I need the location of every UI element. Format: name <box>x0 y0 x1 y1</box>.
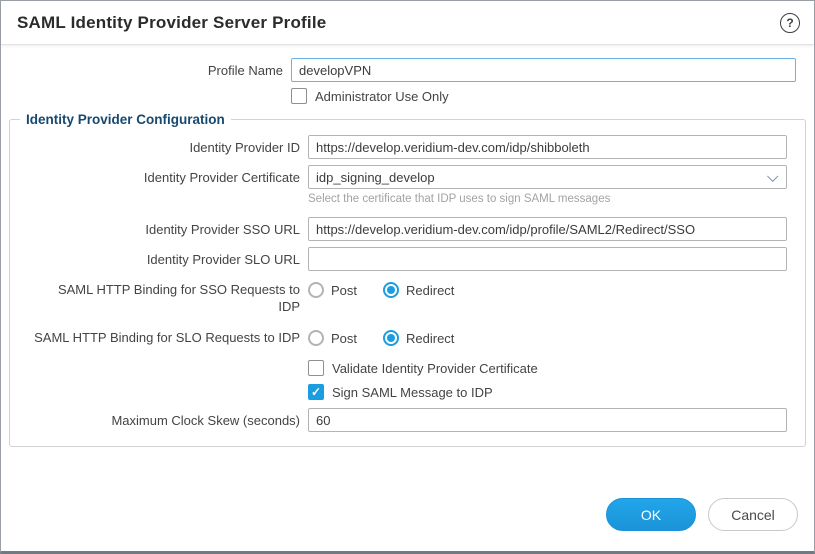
idp-certificate-row: Identity Provider Certificate idp_signin… <box>10 165 805 189</box>
slo-binding-redirect-label: Redirect <box>406 331 454 346</box>
admin-use-only-checkbox[interactable] <box>291 88 307 104</box>
slo-binding-row: SAML HTTP Binding for SLO Requests to ID… <box>10 329 805 346</box>
sign-saml-label: Sign SAML Message to IDP <box>332 385 493 400</box>
sign-saml-row: Sign SAML Message to IDP <box>10 384 805 400</box>
sso-url-row: Identity Provider SSO URL <box>10 217 805 241</box>
idp-id-input[interactable] <box>308 135 787 159</box>
slo-url-row: Identity Provider SLO URL <box>10 247 805 271</box>
chevron-down-icon <box>767 171 778 182</box>
sso-binding-label: SAML HTTP Binding for SSO Requests to ID… <box>56 281 308 315</box>
slo-binding-redirect-radio[interactable] <box>383 330 399 346</box>
sso-binding-post-radio[interactable] <box>308 282 324 298</box>
slo-binding-label: SAML HTTP Binding for SLO Requests to ID… <box>10 329 308 346</box>
dialog-body: Profile Name Administrator Use Only Iden… <box>1 45 814 498</box>
cancel-button[interactable]: Cancel <box>708 498 798 531</box>
clock-skew-row: Maximum Clock Skew (seconds) <box>10 408 805 432</box>
ok-button[interactable]: OK <box>606 498 696 531</box>
sso-binding-post-label: Post <box>331 283 357 298</box>
clock-skew-label: Maximum Clock Skew (seconds) <box>10 412 308 429</box>
admin-use-only-label: Administrator Use Only <box>315 89 449 104</box>
idp-certificate-value: idp_signing_develop <box>316 170 435 185</box>
dialog-footer: OK Cancel <box>1 498 814 551</box>
idp-id-label: Identity Provider ID <box>10 139 308 156</box>
saml-idp-dialog: SAML Identity Provider Server Profile ? … <box>0 0 815 554</box>
sso-binding-redirect-radio[interactable] <box>383 282 399 298</box>
idp-certificate-select[interactable]: idp_signing_develop <box>308 165 787 189</box>
sso-binding-radio-group: Post Redirect <box>308 281 787 298</box>
admin-use-only-row: Administrator Use Only <box>1 88 814 104</box>
sso-binding-row: SAML HTTP Binding for SSO Requests to ID… <box>10 281 805 315</box>
profile-name-row: Profile Name <box>1 58 814 82</box>
idp-certificate-help-text: Select the certificate that IDP uses to … <box>308 193 787 205</box>
idp-certificate-label: Identity Provider Certificate <box>10 169 308 186</box>
profile-name-input[interactable] <box>291 58 796 82</box>
slo-binding-post-label: Post <box>331 331 357 346</box>
idp-configuration-section: Identity Provider Configuration Identity… <box>9 112 806 447</box>
idp-configuration-legend: Identity Provider Configuration <box>20 112 231 127</box>
sso-url-label: Identity Provider SSO URL <box>10 221 308 238</box>
dialog-title: SAML Identity Provider Server Profile <box>17 13 326 33</box>
slo-url-label: Identity Provider SLO URL <box>10 251 308 268</box>
validate-cert-row: Validate Identity Provider Certificate <box>10 360 805 376</box>
sign-saml-checkbox[interactable] <box>308 384 324 400</box>
profile-name-label: Profile Name <box>1 63 291 78</box>
sso-binding-redirect-label: Redirect <box>406 283 454 298</box>
dialog-header: SAML Identity Provider Server Profile ? <box>1 1 814 45</box>
help-icon[interactable]: ? <box>780 13 800 33</box>
validate-cert-label: Validate Identity Provider Certificate <box>332 361 538 376</box>
slo-binding-radio-group: Post Redirect <box>308 329 787 346</box>
validate-cert-checkbox[interactable] <box>308 360 324 376</box>
sso-url-input[interactable] <box>308 217 787 241</box>
slo-binding-post-radio[interactable] <box>308 330 324 346</box>
idp-id-row: Identity Provider ID <box>10 135 805 159</box>
clock-skew-input[interactable] <box>308 408 787 432</box>
slo-url-input[interactable] <box>308 247 787 271</box>
